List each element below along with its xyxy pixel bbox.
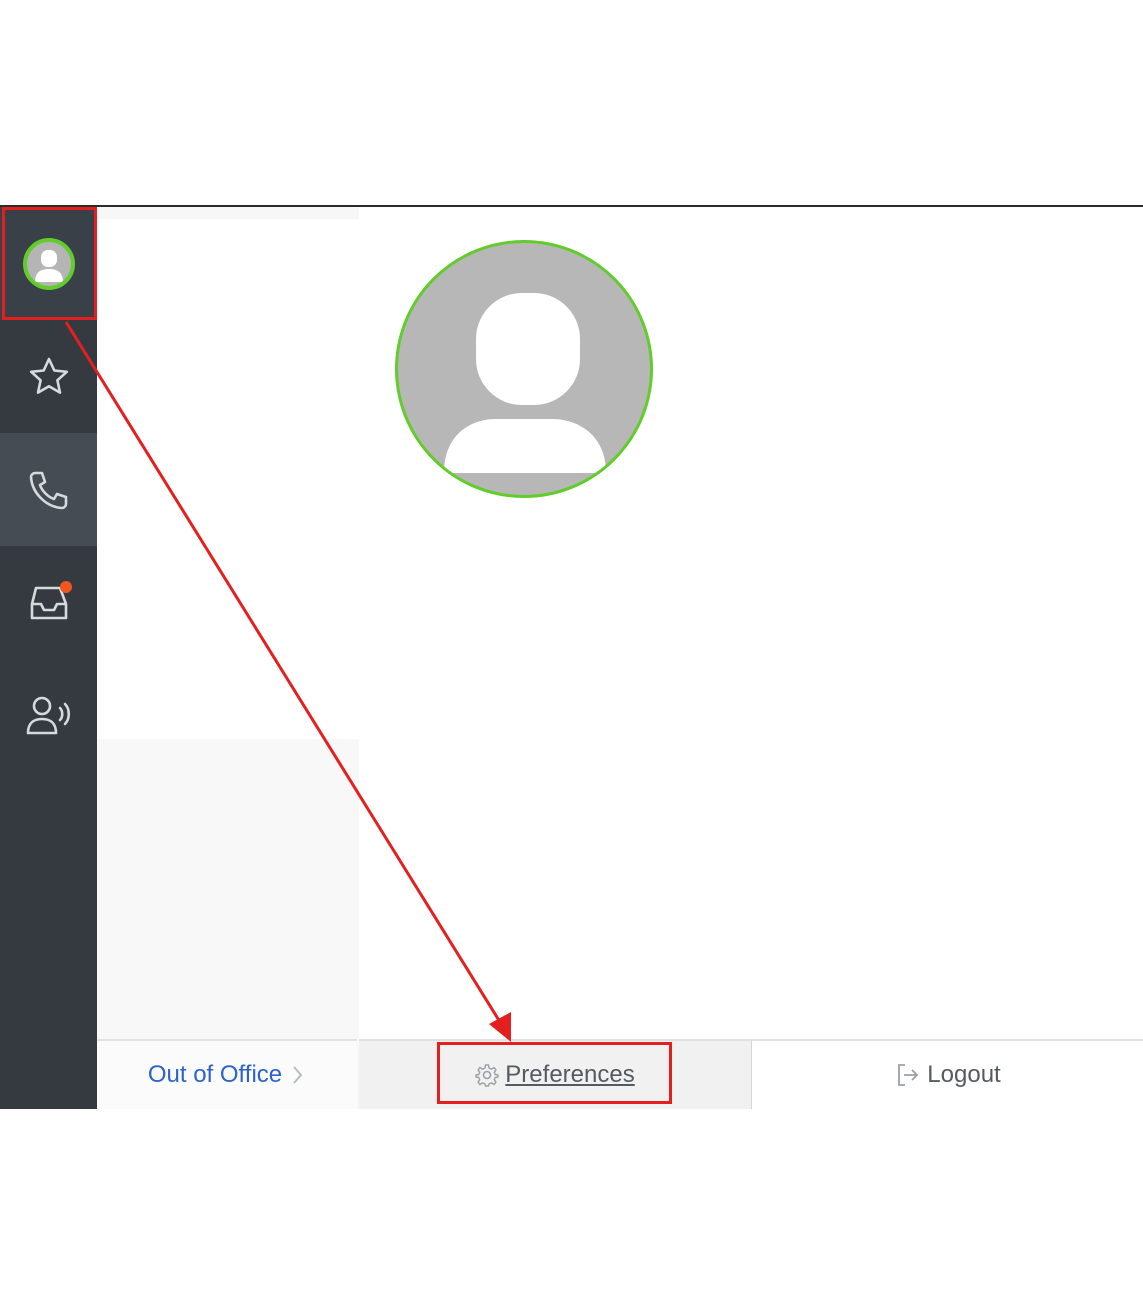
secondary-pane-header xyxy=(97,207,359,219)
out-of-office-button[interactable]: Out of Office xyxy=(97,1039,357,1109)
app-window: Out of Office Preferences Logout xyxy=(0,205,1143,1109)
preferences-button[interactable]: Preferences xyxy=(359,1039,751,1109)
rail-item-inbox[interactable] xyxy=(0,546,97,659)
rail-item-favorites[interactable] xyxy=(0,320,97,433)
rail-item-calls[interactable] xyxy=(0,433,97,546)
rail-item-contacts[interactable] xyxy=(0,659,97,772)
nav-rail xyxy=(0,207,97,1109)
chevron-right-icon xyxy=(293,1066,303,1084)
out-of-office-label: Out of Office xyxy=(147,1061,283,1088)
profile-footer: Out of Office Preferences Logout xyxy=(97,1039,1143,1109)
user-avatar-icon xyxy=(22,237,75,290)
logout-button[interactable]: Logout xyxy=(751,1039,1143,1109)
phone-icon xyxy=(29,471,67,509)
user-voice-icon xyxy=(26,696,70,734)
notification-badge xyxy=(60,581,72,593)
profile-avatar xyxy=(395,240,653,498)
star-icon xyxy=(29,357,68,394)
default-user-icon xyxy=(444,293,606,473)
logout-icon xyxy=(898,1064,919,1086)
rail-item-profile[interactable] xyxy=(0,207,97,320)
logout-label: Logout xyxy=(927,1061,1001,1088)
gear-icon xyxy=(475,1064,499,1087)
preferences-label: Preferences xyxy=(505,1061,635,1088)
